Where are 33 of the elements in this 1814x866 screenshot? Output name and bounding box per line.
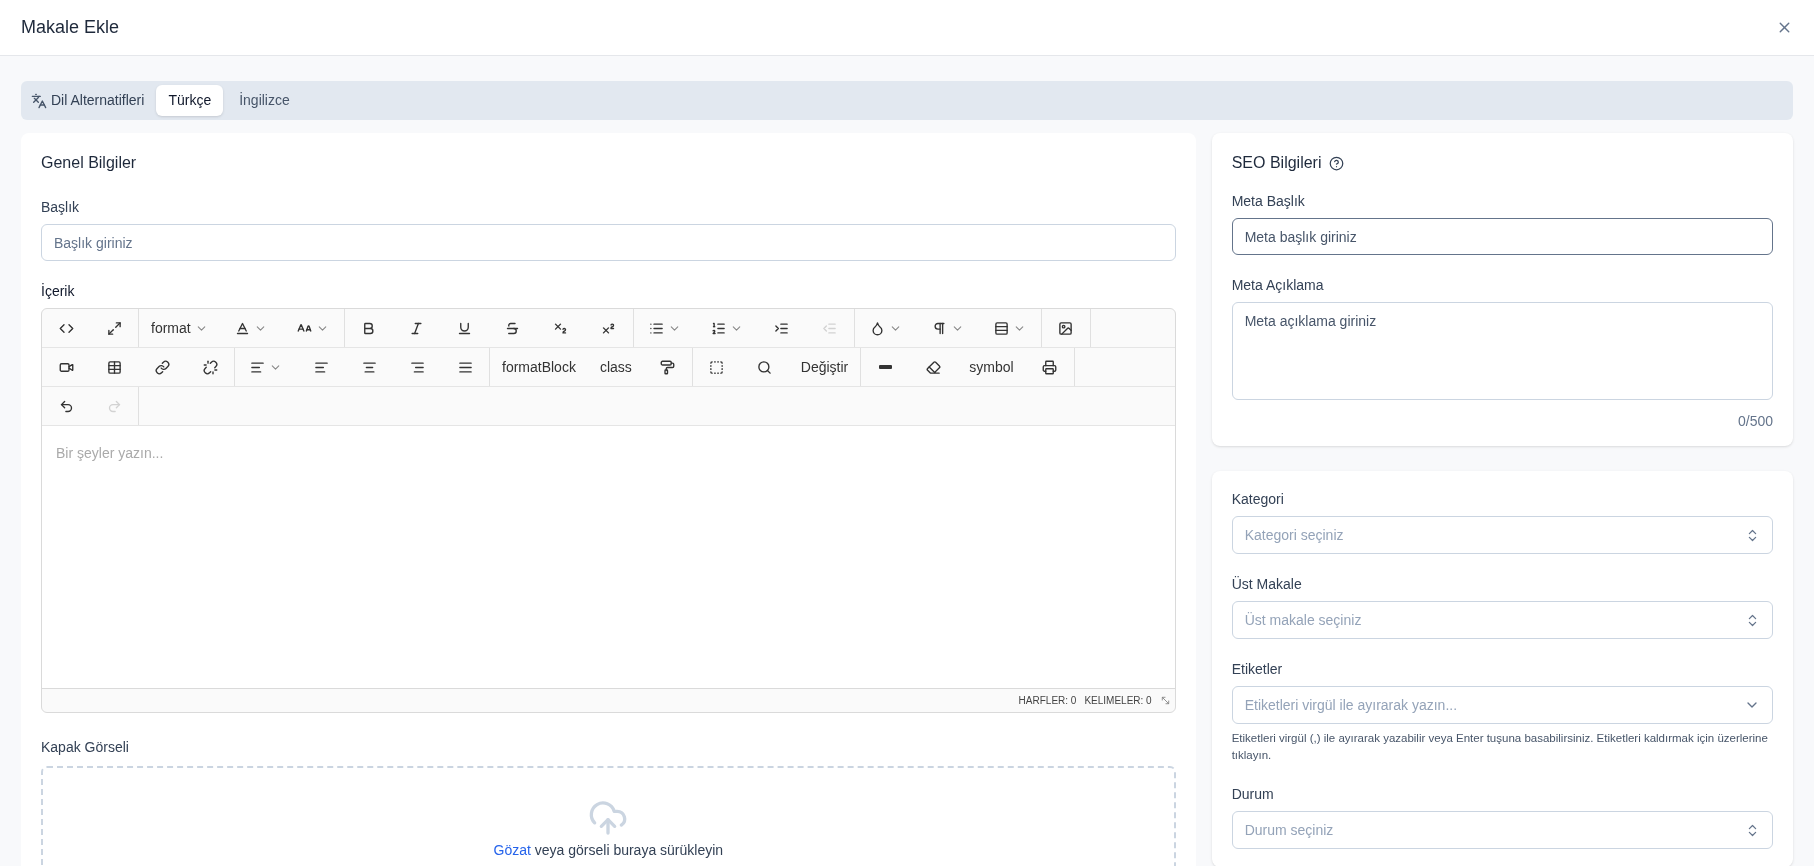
card-title: SEO Bilgileri: [1231, 153, 1322, 173]
field-label: Meta Açıklama: [1231, 276, 1325, 295]
meta-title-input[interactable]: Meta başlık giriniz: [1231, 218, 1773, 255]
modal-title: Makale Ekle: [21, 16, 120, 39]
translate-icon: [31, 92, 47, 109]
upload-hint: Gözat veya görseli buraya sürükleyin: [493, 841, 724, 860]
upload-dropzone[interactable]: Gözat veya görseli buraya sürükleyin: [41, 766, 1176, 866]
field-label: Etiketler: [1231, 660, 1284, 679]
toolbar-button[interactable]: format: [139, 310, 220, 346]
help-text: Etiketleri virgül (,) ile ayırarak yazabilir veya Enter tuşuna basabilirsiniz. Etiketleri kaldırmak için üzerlerine tıklayın.: [1231, 731, 1769, 763]
tabs-label: Dil Alternatifleri: [51, 91, 145, 110]
card-title: Genel Bilgiler: [41, 153, 138, 173]
field-label: Meta Başlık: [1231, 192, 1306, 211]
title-input[interactable]: Başlık giriniz: [41, 224, 1176, 261]
toolbar-button[interactable]: symbol: [957, 349, 1026, 385]
language-tab[interactable]: Türkçe: [156, 85, 224, 116]
status-counter: KELIMELER: 0: [1084, 694, 1152, 708]
field-label: Başlık: [41, 198, 81, 217]
field-label: Kategori: [1231, 490, 1285, 509]
toolbar-button[interactable]: class: [587, 349, 644, 385]
toolbar-button[interactable]: Değiştir: [788, 349, 861, 385]
field-label: İçerik: [41, 282, 76, 301]
meta-description-textarea[interactable]: Meta açıklama giriniz: [1231, 302, 1773, 400]
field-label: Durum: [1231, 785, 1275, 804]
field-label: Kapak Görseli: [41, 738, 130, 757]
status-counter: HARFLER: 0: [1018, 694, 1077, 708]
toolbar-button[interactable]: formatBlock: [490, 349, 588, 385]
character-counter: 0/500: [1737, 412, 1773, 431]
field-label: Üst Makale: [1231, 575, 1303, 594]
browse-link[interactable]: Gözat: [493, 842, 531, 858]
resize-handle-icon[interactable]: [1159, 695, 1171, 706]
help-icon[interactable]: [1329, 155, 1345, 171]
language-tab[interactable]: İngilizce: [227, 85, 302, 116]
